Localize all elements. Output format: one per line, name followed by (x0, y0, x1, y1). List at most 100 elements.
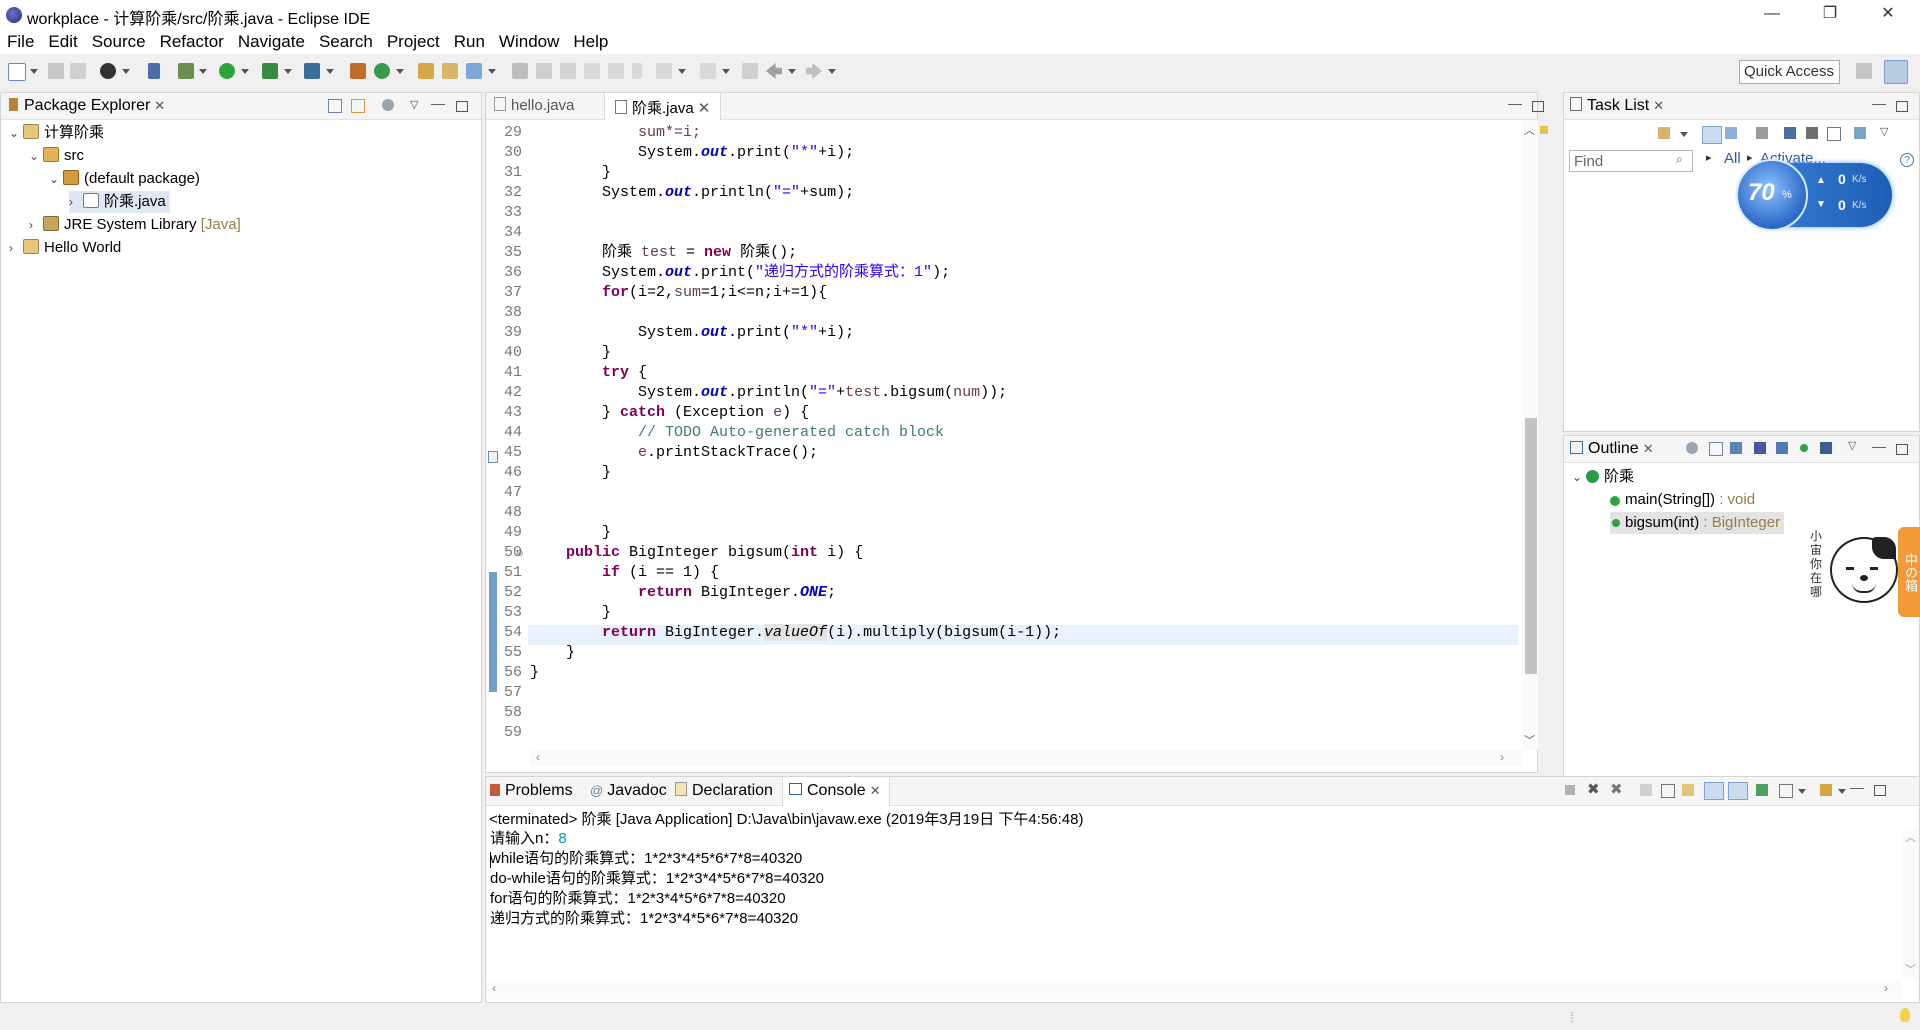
tab-javadoc[interactable]: @ Javadoc (590, 782, 667, 800)
open-task-icon[interactable] (442, 63, 458, 79)
menu-edit[interactable]: Edit (41, 30, 84, 52)
close-icon[interactable]: ✕ (698, 100, 711, 117)
view-menu-icon[interactable]: ▽ (1880, 125, 1892, 138)
maximize-view-icon[interactable] (1896, 444, 1908, 455)
lightbulb-icon[interactable] (1900, 1008, 1910, 1022)
maximize-view-icon[interactable] (456, 101, 468, 112)
scroll-right-icon[interactable]: › (1500, 750, 1504, 764)
open-perspective-icon[interactable] (1856, 63, 1872, 79)
new-icon[interactable] (8, 63, 26, 81)
console-output[interactable]: 请输入n：8 while语句的阶乘算式：1*2*3*4*5*6*7*8=4032… (486, 829, 1902, 979)
help-icon[interactable]: ? (1900, 153, 1914, 167)
scheduled-icon[interactable] (1725, 127, 1737, 139)
tab-console[interactable]: Console ✕ (782, 777, 890, 806)
word-wrap-icon[interactable] (1682, 784, 1694, 796)
link-with-editor-icon[interactable] (351, 99, 365, 113)
minimize-view-icon[interactable]: — (1508, 95, 1522, 111)
focus-icon[interactable] (1806, 127, 1818, 139)
editor-vertical-scrollbar[interactable]: ︿ ﹀ (1522, 120, 1538, 750)
sort-icon[interactable] (1730, 442, 1742, 454)
console-vertical-scrollbar[interactable]: ︿ ﹀ (1902, 829, 1919, 979)
skip-breakpoints-icon[interactable] (148, 63, 160, 79)
minimize-view-icon[interactable]: — (1872, 438, 1886, 454)
show-on-stderr-icon[interactable] (1728, 782, 1748, 800)
menu-navigate[interactable]: Navigate (231, 30, 312, 52)
chevron-down-icon[interactable]: ⌄ (49, 168, 63, 190)
minimize-view-icon[interactable]: — (1850, 779, 1864, 795)
java-perspective-icon[interactable] (1884, 60, 1908, 84)
console-horizontal-scrollbar[interactable]: ‹ › (486, 981, 1902, 999)
minimize-button[interactable]: — (1743, 0, 1801, 30)
desktop-mascot[interactable]: 小宙你在哪 中の箱 (1810, 527, 1920, 627)
scroll-lock-icon[interactable] (1661, 784, 1675, 798)
coverage-icon[interactable] (262, 63, 278, 79)
maximize-view-icon[interactable] (1896, 101, 1908, 112)
back-icon[interactable] (766, 63, 782, 79)
hide-fields-icon[interactable] (1754, 442, 1766, 454)
chevron-right-icon[interactable]: ▸ (1706, 151, 1712, 164)
new-task-icon[interactable] (1658, 127, 1670, 139)
next-annotation-dropdown-icon[interactable] (656, 63, 672, 79)
find-input[interactable]: Find ⌕ (1569, 150, 1693, 172)
hide-completed-icon[interactable] (1784, 127, 1796, 139)
tab-hello-java[interactable]: hello.java (494, 97, 574, 114)
tree-item-src[interactable]: ⌄ src (29, 145, 84, 167)
menu-project[interactable]: Project (380, 30, 447, 52)
scroll-left-icon[interactable]: ‹ (492, 981, 496, 995)
chevron-down-icon[interactable]: ⌄ (9, 122, 23, 144)
run-icon[interactable] (219, 63, 235, 79)
next-annotation-icon[interactable] (608, 63, 624, 79)
outline-class-item[interactable]: ⌄ 阶乘 (1572, 466, 1634, 488)
quick-access-input[interactable]: Quick Access (1739, 60, 1840, 84)
previous-annotation-icon[interactable] (700, 63, 716, 79)
menu-run[interactable]: Run (447, 30, 492, 52)
new-java-project-icon[interactable] (350, 63, 366, 79)
remove-all-terminated-icon[interactable]: ✖ (1610, 780, 1623, 798)
scroll-right-icon[interactable]: › (1884, 981, 1888, 995)
menu-refactor[interactable]: Refactor (153, 30, 231, 52)
toggle-breadcrumb-icon[interactable] (536, 63, 552, 79)
show-on-stdout-icon[interactable] (1704, 782, 1724, 800)
profile-icon[interactable] (100, 63, 116, 79)
chevron-down-icon[interactable]: ⌄ (1572, 466, 1586, 488)
focus-on-active-task-icon[interactable] (1686, 442, 1698, 454)
scroll-up-icon[interactable]: ︿ (1524, 122, 1535, 138)
close-button[interactable]: ✕ (1859, 0, 1917, 30)
toggle-mark-occurrences-icon[interactable] (512, 63, 528, 79)
remove-launch-icon[interactable]: ✖ (1587, 780, 1600, 798)
collapse-all-icon[interactable] (1827, 127, 1841, 141)
forward-icon[interactable] (806, 63, 822, 79)
toggle-block-selection-icon[interactable] (560, 63, 576, 79)
mascot-side-tab[interactable]: 中の箱 (1898, 527, 1920, 617)
all-filter-link[interactable]: All (1724, 150, 1741, 167)
chevron-right-icon[interactable]: › (9, 237, 23, 259)
open-console-icon[interactable] (1820, 784, 1832, 796)
collapse-all-icon[interactable] (328, 99, 342, 113)
close-icon[interactable]: ✕ (1643, 441, 1654, 456)
scroll-down-icon[interactable]: ﹀ (1524, 732, 1535, 748)
minimize-view-icon[interactable]: — (431, 95, 445, 111)
tab-jiecheng-java[interactable]: 阶乘.java ✕ (604, 93, 722, 120)
hide-local-types-icon[interactable] (1820, 442, 1832, 454)
tab-problems[interactable]: Problems (490, 782, 573, 800)
chevron-down-icon[interactable]: ⌄ (29, 145, 43, 167)
close-icon[interactable]: ✕ (1653, 98, 1664, 113)
new-class-icon[interactable] (374, 63, 390, 79)
external-tools-icon[interactable] (304, 63, 320, 79)
filters-icon[interactable] (382, 99, 394, 111)
outline-method-main[interactable]: main(String[]) : void (1610, 489, 1755, 511)
outline-tab[interactable]: Outline ✕ (1570, 440, 1654, 458)
categorized-icon[interactable] (1702, 126, 1722, 144)
debug-icon[interactable] (178, 63, 194, 79)
terminate-icon[interactable] (1565, 785, 1575, 795)
overview-warning-marker[interactable] (1540, 126, 1548, 134)
chevron-right-icon[interactable]: › (69, 191, 83, 213)
show-whitespace-icon[interactable] (584, 63, 600, 79)
synchronize-icon[interactable] (1756, 127, 1768, 139)
display-console-icon[interactable] (1779, 784, 1793, 798)
save-icon[interactable] (48, 63, 64, 79)
search-icon[interactable] (466, 63, 482, 79)
hide-static-icon[interactable] (1776, 442, 1788, 454)
hide-non-public-icon[interactable] (1800, 444, 1808, 452)
menu-file[interactable]: File (0, 30, 41, 52)
